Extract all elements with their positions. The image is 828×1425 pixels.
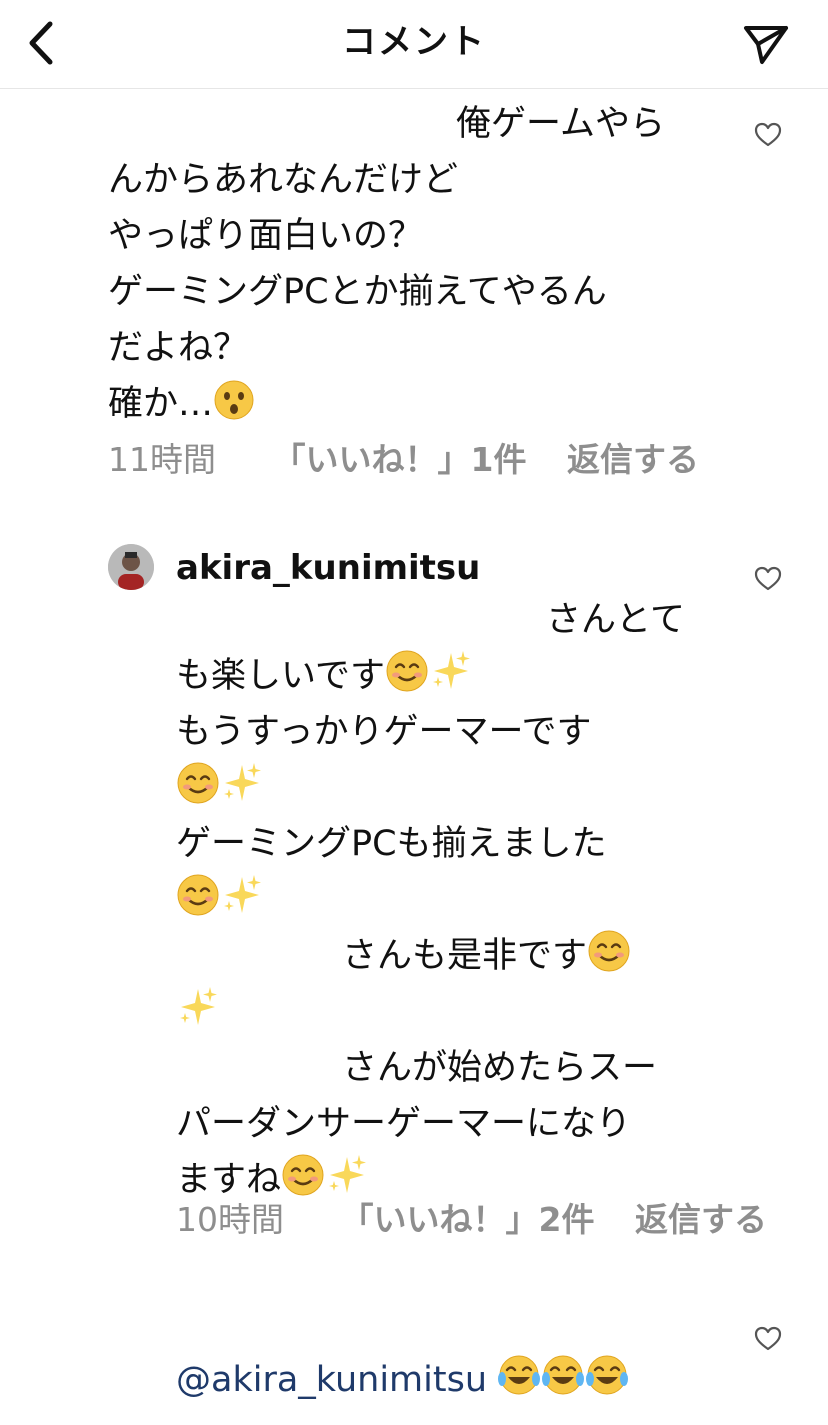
comment-line: やっぱり面白いの？ bbox=[108, 216, 424, 256]
reply-button[interactable]: 返信する bbox=[635, 1198, 767, 1242]
avatar[interactable] bbox=[108, 544, 154, 590]
user-mention-link[interactable]: @akira_kunimitsu bbox=[176, 1360, 487, 1400]
comment-line: さんとて bbox=[546, 600, 685, 640]
comment-line-with-emoji: も楽しいです bbox=[176, 648, 736, 704]
sparkles-emoji bbox=[224, 875, 261, 913]
comment-text: 俺ゲームやら んからあれなんだけど やっぱり面白いの？ ゲーミングPCとか揃えて… bbox=[108, 96, 748, 432]
comment-item: 俺ゲームやら んからあれなんだけど やっぱり面白いの？ ゲーミングPCとか揃えて… bbox=[0, 96, 828, 516]
smiling-face-emoji bbox=[177, 874, 219, 916]
comment-line: ますね bbox=[176, 1160, 282, 1200]
page-title: コメント bbox=[342, 22, 486, 62]
comment-username[interactable]: akira_kunimitsu bbox=[176, 546, 480, 590]
comment-line-with-emoji bbox=[176, 760, 736, 816]
sparkles-emoji bbox=[224, 763, 261, 801]
comment-likes-link[interactable]: 「いいね！」2件 bbox=[341, 1198, 595, 1242]
comment-line-with-emoji bbox=[176, 984, 736, 1040]
comment-line-with-emoji: 確か… bbox=[108, 376, 748, 432]
heart-outline-icon[interactable] bbox=[754, 566, 782, 592]
header-bar: コメント bbox=[0, 0, 828, 89]
heart-outline-icon[interactable] bbox=[754, 122, 782, 148]
comment-line: ゲーミングPCも揃えました bbox=[176, 824, 607, 864]
comment-line: もうすっかりゲーマーです bbox=[176, 712, 592, 752]
reply-button[interactable]: 返信する bbox=[567, 438, 699, 482]
comment-line: も楽しいです bbox=[176, 656, 385, 696]
paper-plane-icon bbox=[744, 26, 788, 64]
sparkles-emoji bbox=[432, 651, 470, 689]
comment-line-with-emoji: さんも是非です bbox=[176, 928, 736, 984]
tears-of-joy-emoji bbox=[498, 1355, 541, 1395]
comment-text: @akira_kunimitsu bbox=[176, 1352, 776, 1408]
comment-item: akira_kunimitsu さんとて も楽しいです もうすっかりゲーマーです… bbox=[0, 540, 828, 1260]
comment-time: 10時間 bbox=[176, 1200, 284, 1239]
heart-outline-icon[interactable] bbox=[754, 1326, 782, 1352]
smiling-face-emoji bbox=[588, 930, 630, 972]
comment-line-with-emoji: @akira_kunimitsu bbox=[176, 1352, 776, 1408]
share-button[interactable] bbox=[740, 20, 792, 68]
tears-of-joy-emoji bbox=[586, 1355, 629, 1395]
comment-meta: 10時間 「いいね！」2件 返信する bbox=[176, 1198, 767, 1242]
comment-line: ゲーミングPCとか揃えてやるん bbox=[108, 272, 607, 312]
comment-line: さんが始めたらスー bbox=[342, 1048, 658, 1088]
tears-of-joy-emoji bbox=[542, 1355, 585, 1395]
smiling-face-emoji bbox=[282, 1154, 324, 1196]
smiling-face-emoji bbox=[177, 762, 219, 804]
comment-line: んからあれなんだけど bbox=[108, 160, 459, 200]
comment-line: 確か… bbox=[108, 384, 214, 424]
comment-time: 11時間 bbox=[108, 440, 216, 479]
comment-line: だよね？ bbox=[108, 328, 249, 368]
sparkles-emoji bbox=[329, 1155, 367, 1193]
sparkles-emoji bbox=[180, 987, 217, 1025]
comment-line: パーダンサーゲーマーになり bbox=[176, 1104, 632, 1144]
comment-text: さんとて も楽しいです もうすっかりゲーマーです ゲーミングPCも揃えました さ… bbox=[176, 592, 736, 1208]
comment-item: @akira_kunimitsu bbox=[0, 1310, 828, 1425]
hushed-face-emoji bbox=[214, 380, 254, 420]
comment-meta: 11時間 「いいね！」1件 返信する bbox=[108, 438, 699, 482]
smiling-face-emoji bbox=[386, 650, 428, 692]
comment-likes-link[interactable]: 「いいね！」1件 bbox=[273, 438, 527, 482]
avatar-image bbox=[108, 544, 154, 590]
comment-line: 俺ゲームやら bbox=[456, 104, 665, 144]
comment-line: さんも是非です bbox=[342, 936, 588, 976]
comment-line-with-emoji bbox=[176, 872, 736, 928]
